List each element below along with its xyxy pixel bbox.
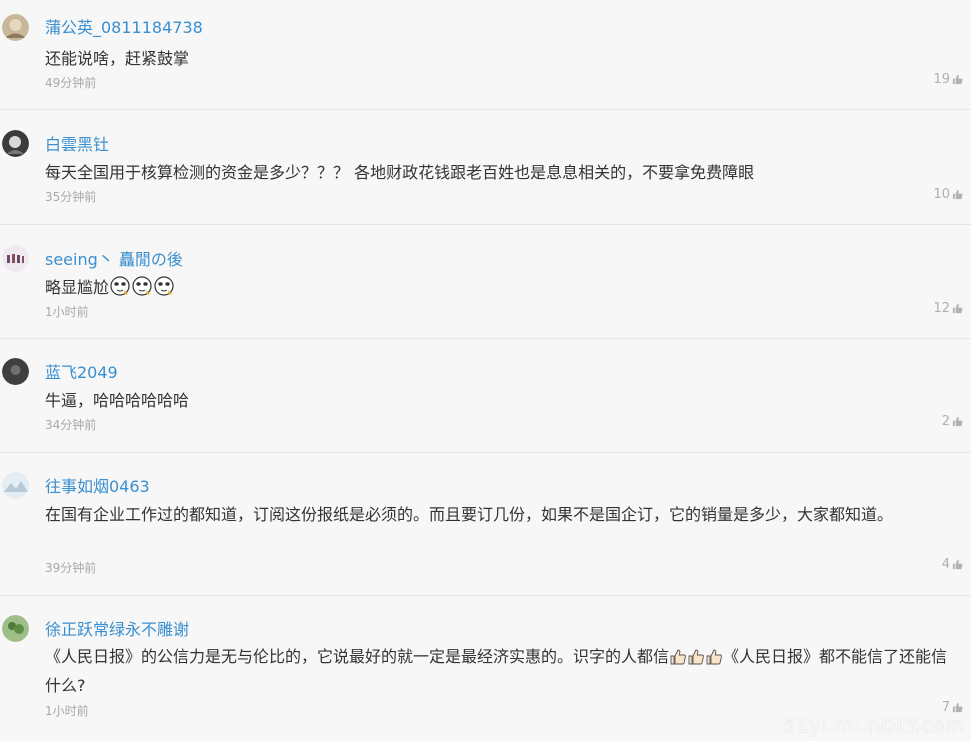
thumbs-up-icon: [952, 559, 963, 570]
comment-text: 每天全国用于核算检测的资金是多少？？？ 各地财政花钱跟老百姓也是息息相关的，不要…: [45, 163, 755, 182]
site-watermark: 51yi.mi.nDLY.com: [783, 715, 965, 737]
comment-time: 39分钟前: [45, 561, 97, 575]
thumbs-up-icon: [952, 416, 963, 427]
thumbs-up-icon: [952, 303, 963, 314]
comment-item: 蒲公英_0811184738 还能说啥，赶紧鼓掌 49分钟前 19: [0, 0, 971, 110]
thumbs-up-emoji-icon: [688, 649, 704, 665]
comment-text: 略显尴尬: [45, 273, 957, 302]
user-avatar[interactable]: [2, 472, 29, 499]
emoji-icon: [110, 276, 130, 296]
like-button[interactable]: 10: [933, 187, 963, 202]
username[interactable]: 白雲黑钍: [45, 131, 109, 155]
thumbs-up-emoji-icon: [670, 649, 686, 665]
comment-text-body: 略显尴尬: [45, 278, 110, 297]
like-count: 2: [941, 414, 950, 429]
comment-time: 35分钟前: [45, 190, 97, 204]
username[interactable]: 往事如烟0463: [45, 473, 150, 497]
username[interactable]: 蒲公英_0811184738: [45, 14, 203, 38]
comment-time: 49分钟前: [45, 76, 97, 90]
emoji-icon: [132, 276, 152, 296]
like-count: 7: [941, 700, 950, 715]
comment-text: 在国有企业工作过的都知道，订阅这份报纸是必须的。而且要订几份，如果不是国企订，它…: [45, 505, 894, 524]
comment-time: 1小时前: [45, 704, 89, 718]
comment-item: 蓝飞2049 牛逼，哈哈哈哈哈哈 34分钟前 2: [0, 339, 971, 453]
like-count: 12: [933, 301, 950, 316]
like-button[interactable]: 12: [933, 301, 963, 316]
user-avatar[interactable]: [2, 615, 29, 642]
thumbs-up-icon: [952, 702, 963, 713]
like-count: 19: [933, 72, 950, 87]
comment-text: 牛逼，哈哈哈哈哈哈: [45, 391, 190, 410]
comment-item: seeing丶 矗閒の後 略显尴尬 1小时前 12: [0, 225, 971, 339]
username[interactable]: seeing丶 矗閒の後: [45, 246, 183, 270]
username[interactable]: 蓝飞2049: [45, 359, 118, 383]
like-button[interactable]: 4: [942, 557, 963, 572]
like-count: 4: [941, 557, 950, 572]
comment-time: 34分钟前: [45, 418, 97, 432]
thumbs-up-icon: [952, 74, 963, 85]
like-button[interactable]: 19: [933, 72, 963, 87]
user-avatar[interactable]: [2, 14, 29, 41]
user-avatar[interactable]: [2, 130, 29, 157]
like-button[interactable]: 2: [942, 414, 963, 429]
comment-text: 还能说啥，赶紧鼓掌: [45, 49, 190, 68]
user-avatar[interactable]: [2, 245, 29, 272]
like-button[interactable]: 7: [942, 700, 963, 715]
thumbs-up-icon: [952, 189, 963, 200]
comment-item: 白雲黑钍 每天全国用于核算检测的资金是多少？？？ 各地财政花钱跟老百姓也是息息相…: [0, 110, 971, 225]
comment-text-body: 《人民日报》的公信力是无与伦比的，它说最好的就一定是最经济实惠的。识字的人都信: [45, 647, 670, 666]
thumbs-up-emoji-icon: [706, 649, 722, 665]
emoji-icon: [154, 276, 174, 296]
like-count: 10: [933, 187, 950, 202]
user-avatar[interactable]: [2, 358, 29, 385]
username[interactable]: 徐正跃常绿永不雕谢: [45, 616, 189, 640]
comment-item: 往事如烟0463 在国有企业工作过的都知道，订阅这份报纸是必须的。而且要订几份，…: [0, 453, 971, 596]
comment-text: 《人民日报》的公信力是无与伦比的，它说最好的就一定是最经济实惠的。识字的人都信《…: [45, 642, 957, 700]
comment-time: 1小时前: [45, 305, 89, 319]
